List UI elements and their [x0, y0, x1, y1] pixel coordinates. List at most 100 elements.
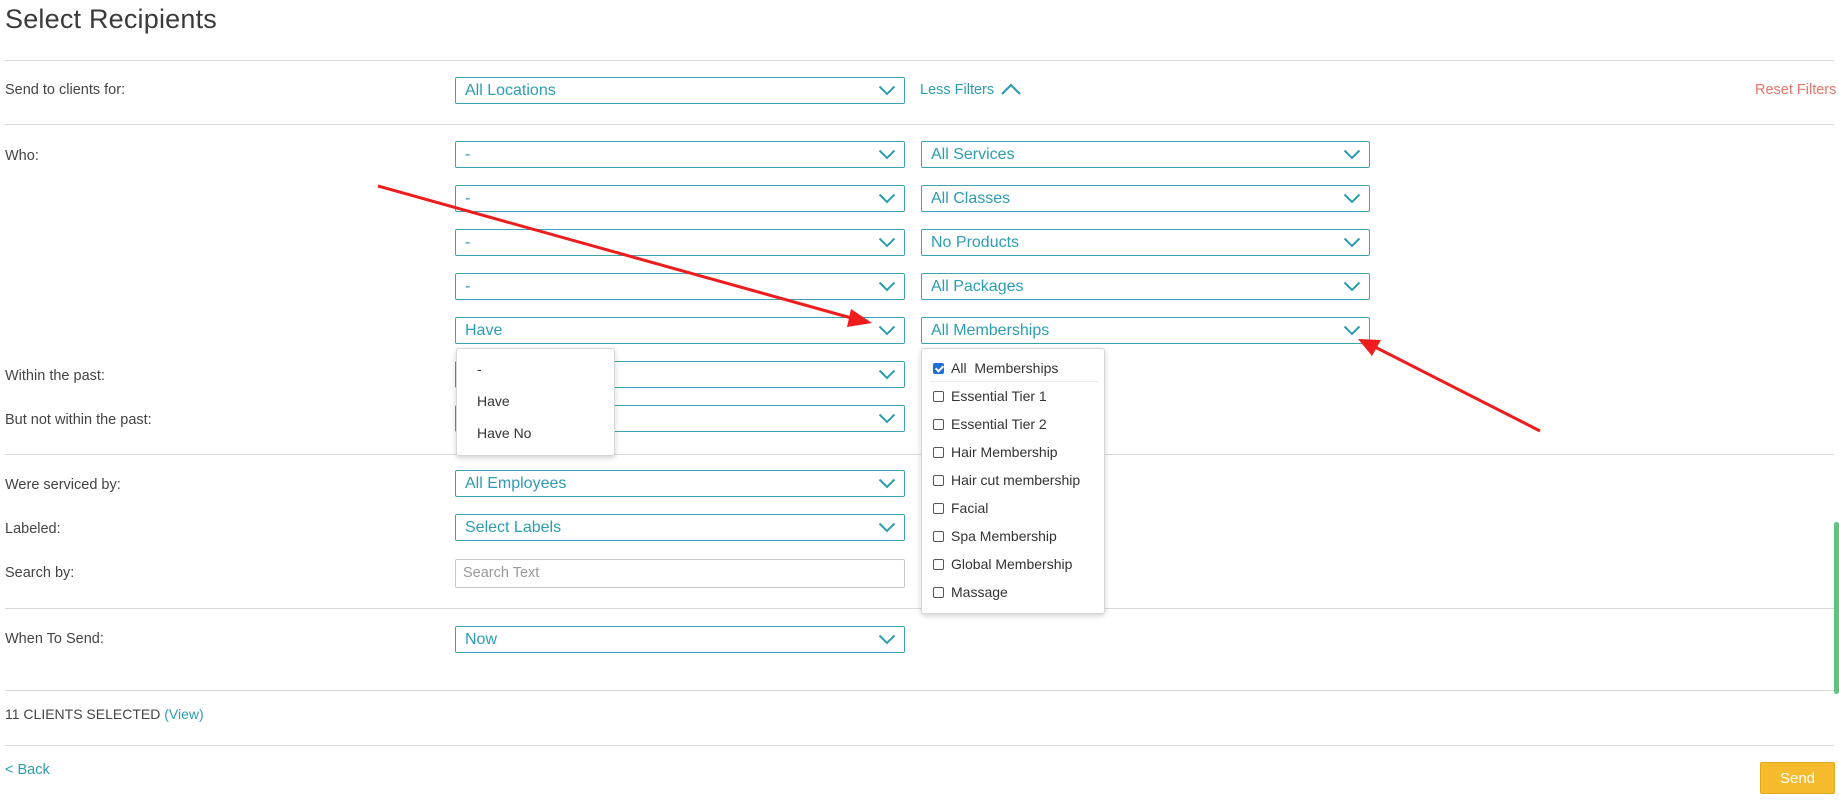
- checkbox-icon[interactable]: [933, 391, 944, 402]
- chevron-down-icon: [878, 522, 896, 533]
- chevron-down-icon: [878, 634, 896, 645]
- chevron-down-icon: [1343, 281, 1361, 292]
- labels-select[interactable]: Select Labels: [455, 514, 905, 541]
- who-label: Who:: [5, 148, 39, 164]
- membership-option[interactable]: Massage: [933, 583, 1008, 601]
- membership-option[interactable]: Hair Membership: [933, 443, 1058, 461]
- membership-option[interactable]: Spa Membership: [933, 527, 1057, 545]
- membership-option-label: Hair Membership: [951, 444, 1058, 460]
- classes-select[interactable]: All Classes: [921, 185, 1370, 212]
- when-to-send-select[interactable]: Now: [455, 626, 905, 653]
- divider: [5, 745, 1834, 746]
- services-select[interactable]: All Services: [921, 141, 1370, 168]
- who-qualifier-select-5[interactable]: Have: [455, 317, 905, 344]
- chevron-down-icon: [878, 478, 896, 489]
- menu-divider: [930, 381, 1098, 382]
- checkbox-icon[interactable]: [933, 559, 944, 570]
- memberships-dropdown-menu: All Memberships Essential Tier 1 Essenti…: [921, 348, 1105, 614]
- page-title: Select Recipients: [5, 4, 218, 34]
- who-qualifier-select-3[interactable]: -: [455, 229, 905, 256]
- membership-option[interactable]: All Memberships: [933, 359, 1058, 377]
- select-value: All Employees: [465, 475, 567, 492]
- checkbox-icon[interactable]: [933, 447, 944, 458]
- chevron-down-icon: [878, 237, 896, 248]
- membership-option-label: Facial: [951, 500, 989, 516]
- serviced-by-label: Were serviced by:: [5, 477, 121, 493]
- chevron-down-icon: [878, 369, 896, 380]
- less-filters-label: Less Filters: [920, 82, 995, 98]
- chevron-down-icon: [1343, 237, 1361, 248]
- employees-select[interactable]: All Employees: [455, 470, 905, 497]
- clients-selected-count: 11 CLIENTS SELECTED (View): [5, 706, 204, 722]
- select-value: -: [465, 190, 471, 207]
- select-value: Now: [465, 631, 498, 648]
- membership-option-label: Essential Tier 2: [951, 416, 1047, 432]
- scrollbar[interactable]: [1834, 522, 1839, 694]
- select-value: No Products: [931, 234, 1020, 251]
- membership-option[interactable]: Essential Tier 2: [933, 415, 1047, 433]
- divider: [5, 124, 1834, 125]
- reset-filters-link[interactable]: Reset Filters: [1755, 82, 1836, 98]
- select-value: All Services: [931, 146, 1015, 163]
- chevron-down-icon: [878, 413, 896, 424]
- chevron-down-icon: [1343, 193, 1361, 204]
- membership-option-label: All Memberships: [951, 360, 1059, 376]
- products-select[interactable]: No Products: [921, 229, 1370, 256]
- who-qualifier-select-1[interactable]: -: [455, 141, 905, 168]
- chevron-down-icon: [878, 85, 896, 96]
- search-input[interactable]: Search Text: [455, 559, 905, 588]
- chevron-down-icon: [1343, 325, 1361, 336]
- search-by-label: Search by:: [5, 565, 75, 581]
- qualifier-option-have[interactable]: Have: [477, 393, 510, 409]
- annotation-arrows: [377, 184, 1541, 433]
- membership-option[interactable]: Essential Tier 1: [933, 387, 1047, 405]
- select-value: All Packages: [931, 278, 1024, 295]
- send-to-label: Send to clients for:: [5, 82, 126, 98]
- back-link[interactable]: < Back: [5, 762, 50, 778]
- view-clients-link[interactable]: (View): [164, 706, 203, 722]
- who-qualifier-select-4[interactable]: -: [455, 273, 905, 300]
- select-value: All Classes: [931, 190, 1011, 207]
- chevron-down-icon: [878, 325, 896, 336]
- divider: [5, 60, 1834, 61]
- annotation-arrow-right: [1358, 339, 1541, 433]
- membership-option-label: Massage: [951, 584, 1008, 600]
- membership-option-label: Spa Membership: [951, 528, 1057, 544]
- membership-option[interactable]: Hair cut membership: [933, 471, 1080, 489]
- less-filters-link[interactable]: Less Filters: [920, 82, 1021, 98]
- membership-option-label: Essential Tier 1: [951, 388, 1047, 404]
- checkbox-icon[interactable]: [933, 419, 944, 430]
- memberships-select[interactable]: All Memberships: [921, 317, 1370, 344]
- checkbox-icon[interactable]: [933, 475, 944, 486]
- select-value: All Memberships: [931, 322, 1050, 339]
- divider: [5, 454, 1834, 455]
- qualifier-option-have-no[interactable]: Have No: [477, 425, 531, 441]
- select-value: Select Labels: [465, 519, 562, 536]
- checkbox-icon[interactable]: [933, 587, 944, 598]
- checkbox-checked-icon[interactable]: [933, 363, 944, 374]
- membership-option[interactable]: Global Membership: [933, 555, 1072, 573]
- select-value: -: [465, 146, 471, 163]
- who-qualifier-select-2[interactable]: -: [455, 185, 905, 212]
- membership-option-label: Global Membership: [951, 556, 1073, 572]
- chevron-down-icon: [878, 281, 896, 292]
- checkbox-icon[interactable]: [933, 531, 944, 542]
- not-within-past-label: But not within the past:: [5, 412, 152, 428]
- select-value: -: [465, 234, 471, 251]
- send-button[interactable]: Send: [1760, 762, 1835, 794]
- chevron-down-icon: [878, 149, 896, 160]
- qualifier-option-none[interactable]: -: [477, 361, 482, 377]
- chevron-down-icon: [878, 193, 896, 204]
- packages-select[interactable]: All Packages: [921, 273, 1370, 300]
- membership-option[interactable]: Facial: [933, 499, 988, 517]
- divider: [5, 608, 1834, 609]
- labeled-label: Labeled:: [5, 521, 61, 537]
- location-select[interactable]: All Locations: [455, 77, 905, 104]
- select-value: Have: [465, 322, 503, 339]
- select-value: -: [465, 278, 471, 295]
- membership-option-label: Hair cut membership: [951, 472, 1081, 488]
- when-to-send-label: When To Send:: [5, 631, 104, 647]
- chevron-up-icon: [1001, 83, 1021, 95]
- qualifier-dropdown-menu: - Have Have No: [456, 348, 615, 456]
- checkbox-icon[interactable]: [933, 503, 944, 514]
